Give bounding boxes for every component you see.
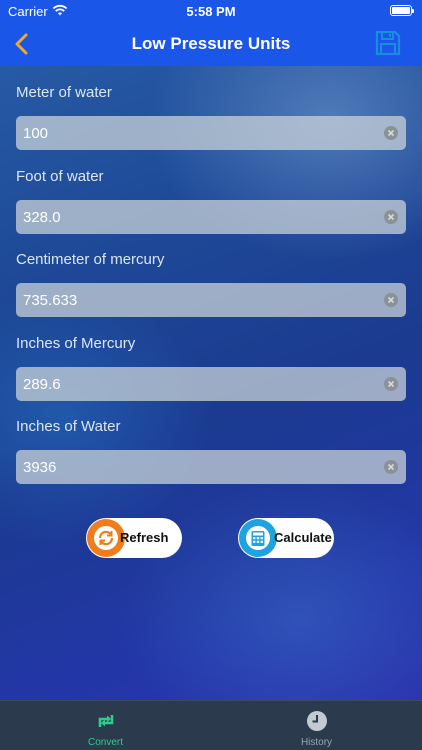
- field-label-inches-of-mercury: Inches of Mercury: [16, 335, 136, 352]
- foot-of-water-input[interactable]: [16, 200, 366, 234]
- clear-icon[interactable]: [384, 377, 398, 391]
- tab-convert[interactable]: Convert: [0, 701, 211, 750]
- centimeter-of-mercury-field[interactable]: [16, 283, 406, 317]
- clear-icon[interactable]: [384, 210, 398, 224]
- field-label-foot-of-water: Foot of water: [16, 168, 104, 185]
- nav-bar: Low Pressure Units: [0, 22, 422, 66]
- field-label-meter-of-water: Meter of water: [16, 84, 112, 101]
- calculate-label: Calculate: [274, 530, 332, 545]
- inches-of-mercury-input[interactable]: [16, 367, 366, 401]
- tab-history-label: History: [300, 737, 333, 748]
- clear-icon[interactable]: [384, 126, 398, 140]
- meter-of-water-input[interactable]: [16, 116, 366, 150]
- calculate-button[interactable]: Calculate: [238, 518, 334, 558]
- status-time: 5:58 PM: [186, 4, 236, 19]
- clock-icon: [307, 711, 327, 731]
- field-label-centimeter-of-mercury: Centimeter of mercury: [16, 251, 165, 268]
- foot-of-water-field[interactable]: [16, 200, 406, 234]
- status-bar: Carrier 5:58 PM: [0, 0, 422, 22]
- field-label-inches-of-water: Inches of Water: [16, 418, 121, 435]
- inches-of-water-input[interactable]: [16, 450, 366, 484]
- tab-history[interactable]: History: [211, 701, 422, 750]
- refresh-button[interactable]: Refresh: [86, 518, 182, 558]
- tab-convert-label: Convert: [87, 737, 123, 748]
- centimeter-of-mercury-input[interactable]: [16, 283, 366, 317]
- tab-bar: Convert History: [0, 700, 422, 750]
- convert-arrows-icon: [98, 715, 114, 727]
- inches-of-water-field[interactable]: [16, 450, 406, 484]
- meter-of-water-field[interactable]: [16, 116, 406, 150]
- floppy-disk-icon[interactable]: [374, 29, 402, 57]
- page-title: Low Pressure Units: [131, 34, 291, 53]
- refresh-label: Refresh: [120, 530, 169, 545]
- clear-icon[interactable]: [384, 293, 398, 307]
- calculator-icon: [239, 519, 277, 557]
- battery-icon: [390, 5, 414, 16]
- inches-of-mercury-field[interactable]: [16, 367, 406, 401]
- clear-icon[interactable]: [384, 460, 398, 474]
